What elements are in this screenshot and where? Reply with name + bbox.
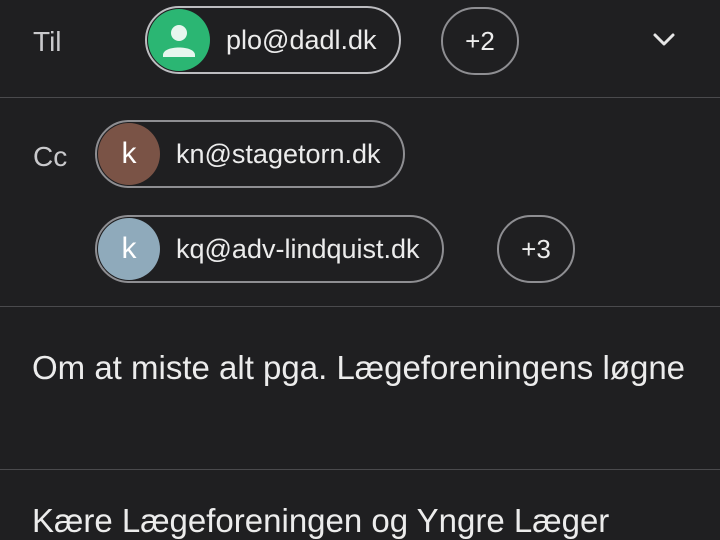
- avatar-letter: k: [121, 137, 137, 170]
- recipient-chip-cc-2[interactable]: k kq@adv-lindquist.dk: [95, 215, 444, 283]
- to-row: Til plo@dadl.dk +2: [0, 0, 720, 97]
- recipient-chip-to-1[interactable]: plo@dadl.dk: [145, 6, 401, 74]
- recipient-email: plo@dadl.dk: [226, 24, 377, 55]
- cc-row: Cc k kn@stagetorn.dk k kq@adv-lindquist.…: [0, 98, 720, 306]
- avatar: k: [98, 123, 160, 185]
- message-body[interactable]: Kære Lægeforeningen og Yngre Læger: [32, 502, 609, 540]
- more-recipients-button[interactable]: +3: [497, 215, 575, 283]
- recipient-chip-cc-1[interactable]: k kn@stagetorn.dk: [95, 120, 405, 188]
- chevron-down-icon: [653, 33, 675, 46]
- subject-field[interactable]: Om at miste alt pga. Lægeforeningens løg…: [32, 345, 692, 390]
- more-recipients-button[interactable]: +2: [441, 7, 519, 75]
- avatar: k: [98, 218, 160, 280]
- expand-recipients-button[interactable]: [642, 18, 686, 62]
- cc-label: Cc: [33, 141, 68, 172]
- person-icon: [163, 25, 195, 57]
- recipient-email: kq@adv-lindquist.dk: [176, 233, 420, 264]
- avatar-letter: k: [121, 232, 137, 265]
- avatar: [148, 9, 210, 71]
- recipient-email: kn@stagetorn.dk: [176, 138, 381, 169]
- to-label: Til: [33, 26, 62, 57]
- divider: [0, 306, 720, 307]
- divider: [0, 469, 720, 470]
